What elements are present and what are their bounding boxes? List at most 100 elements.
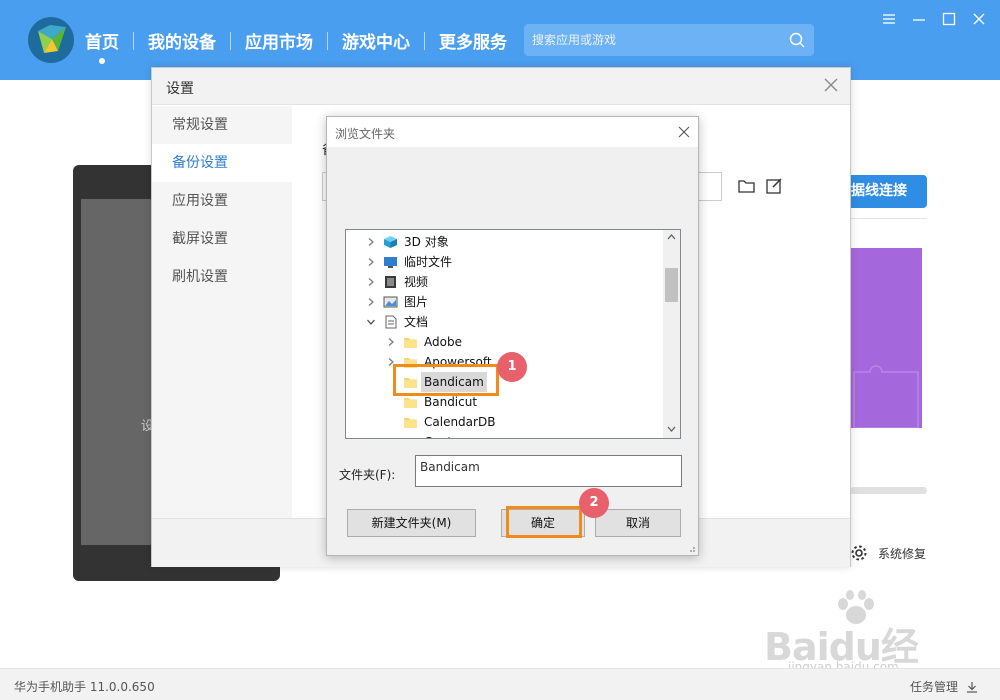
documents-folder-icon: [385, 315, 397, 329]
cancel-button[interactable]: 取消: [595, 509, 681, 537]
close-icon[interactable]: [972, 12, 986, 26]
nav-divider: [230, 31, 231, 50]
baidu-watermark-logo: Baidu经验 jingyan.baidu.com: [764, 590, 954, 700]
main-nav: 首页 我的设备 应用市场 游戏中心 更多服务: [85, 28, 507, 64]
close-icon[interactable]: [678, 126, 690, 138]
menu-icon[interactable]: [882, 12, 896, 26]
nav-app-market[interactable]: 应用市场: [245, 28, 313, 53]
tree-item[interactable]: 视频: [346, 272, 664, 292]
browse-title: 浏览文件夹: [335, 127, 396, 141]
chevron-right-icon[interactable]: [386, 337, 396, 347]
nav-divider: [327, 31, 328, 50]
sidebar-item-flash[interactable]: 刷机设置: [152, 258, 292, 296]
scroll-down-icon[interactable]: [667, 426, 676, 432]
settings-sidebar: 常规设置 备份设置 应用设置 截屏设置 刷机设置: [152, 106, 292, 518]
chevron-right-icon[interactable]: [366, 297, 376, 307]
sidebar-item-backup[interactable]: 备份设置: [152, 144, 292, 182]
app-logo-icon: [28, 17, 74, 63]
tree-item[interactable]: CalendarDB: [346, 412, 664, 432]
chevron-right-icon[interactable]: [366, 257, 376, 267]
step-badge: 1: [497, 352, 527, 382]
search-box: [524, 24, 814, 56]
tree-item-label: 临时文件: [404, 255, 453, 269]
scroll-up-icon[interactable]: [667, 234, 676, 240]
sidebar-item-general[interactable]: 常规设置: [152, 106, 292, 144]
folder-name-input[interactable]: Bandicam: [415, 455, 682, 487]
chevron-right-icon[interactable]: [366, 277, 376, 287]
gear-icon: [851, 545, 867, 561]
nav-divider: [424, 31, 425, 50]
tree-item[interactable]: 文档: [346, 312, 664, 332]
nav-divider: [133, 31, 134, 50]
resize-grip-icon[interactable]: [686, 543, 696, 553]
folder-label: 文件夹(F):: [339, 468, 396, 482]
usb-connect-button[interactable]: 据线连接: [845, 175, 927, 208]
minimize-icon[interactable]: [912, 12, 926, 26]
nav-more-services[interactable]: 更多服务: [439, 28, 507, 53]
browse-folder-dialog: 浏览文件夹 3D 对象临时文件视频图片文档 Adobe Apowersoft Band…: [326, 116, 699, 556]
step-badge: 2: [579, 488, 609, 518]
status-bar: 华为手机助手 11.0.0.650 任务管理: [0, 668, 1000, 700]
video-folder-icon: [385, 276, 396, 288]
nav-game-center[interactable]: 游戏中心: [342, 28, 410, 53]
task-manager-button[interactable]: 任务管理: [910, 678, 978, 695]
tree-item-label: Adobe: [424, 335, 462, 349]
close-icon[interactable]: [824, 78, 838, 92]
tree-scrollbar[interactable]: [663, 230, 680, 438]
tree-item-label: Apowersoft: [424, 355, 492, 369]
tree-item[interactable]: Adobe: [346, 332, 664, 352]
version-text: 华为手机助手 11.0.0.650: [14, 680, 155, 694]
3d-objects-icon: [384, 236, 397, 248]
task-manager-label: 任务管理: [909, 680, 958, 694]
tree-item-label: Bandicut: [424, 395, 478, 409]
folder-icon: [404, 418, 417, 428]
folder-icon: [404, 338, 417, 348]
tree-item-label: CalendarDB: [424, 415, 496, 429]
download-icon: [967, 681, 977, 693]
desktop-folder-icon: [384, 257, 397, 268]
tree-item-label: Bandicam: [421, 372, 487, 392]
tree-item[interactable]: 3D 对象: [346, 232, 664, 252]
tree-item[interactable]: 临时文件: [346, 252, 664, 272]
search-input[interactable]: [524, 24, 774, 56]
tree-item-label: 视频: [404, 275, 429, 289]
tree-item-label: 3D 对象: [404, 235, 449, 249]
folder-icon: [403, 435, 418, 439]
folder-icon[interactable]: [738, 179, 755, 193]
system-repair-button[interactable]: 系统修复: [850, 544, 926, 562]
tree-item[interactable]: Cont...: [346, 432, 664, 439]
chevron-right-icon[interactable]: [386, 357, 396, 367]
pictures-folder-icon: [383, 296, 398, 308]
sidebar-item-screenshot[interactable]: 截屏设置: [152, 220, 292, 258]
folder-tree[interactable]: 3D 对象临时文件视频图片文档 Adobe Apowersoft Bandicam Ba…: [345, 229, 681, 439]
chevron-down-icon[interactable]: [366, 317, 376, 327]
scroll-thumb[interactable]: [665, 268, 678, 302]
tree-item-label: Cont...: [424, 432, 463, 438]
puzzle-icon: [853, 365, 919, 429]
active-indicator: [99, 58, 105, 64]
new-folder-button[interactable]: 新建文件夹(M): [347, 509, 476, 537]
tree-item-label: 文档: [404, 315, 429, 329]
chevron-right-icon[interactable]: [366, 237, 376, 247]
folder-icon: [404, 358, 417, 368]
maximize-icon[interactable]: [942, 12, 956, 26]
tree-item-label: 图片: [404, 295, 429, 309]
system-repair-label: 系统修复: [878, 546, 927, 561]
edit-icon[interactable]: [766, 178, 782, 194]
chevron-right-icon[interactable]: [386, 437, 396, 439]
nav-home[interactable]: 首页: [85, 28, 119, 64]
sidebar-item-apps[interactable]: 应用设置: [152, 182, 292, 220]
promo-banner[interactable]: [850, 248, 922, 429]
divider: [850, 218, 927, 219]
ok-button[interactable]: 确定: [501, 509, 585, 537]
nav-my-devices[interactable]: 我的设备: [148, 28, 216, 53]
folder-icon: [404, 378, 417, 388]
browse-title-bar: 浏览文件夹: [327, 117, 698, 147]
progress-bar: [850, 487, 927, 494]
tree-item[interactable]: 图片: [346, 292, 664, 312]
search-icon[interactable]: [789, 32, 805, 48]
settings-title-bar: 设置: [152, 68, 850, 105]
tree-item[interactable]: Bandicut: [346, 392, 664, 412]
settings-title: 设置: [166, 81, 194, 97]
folder-icon: [404, 398, 417, 408]
